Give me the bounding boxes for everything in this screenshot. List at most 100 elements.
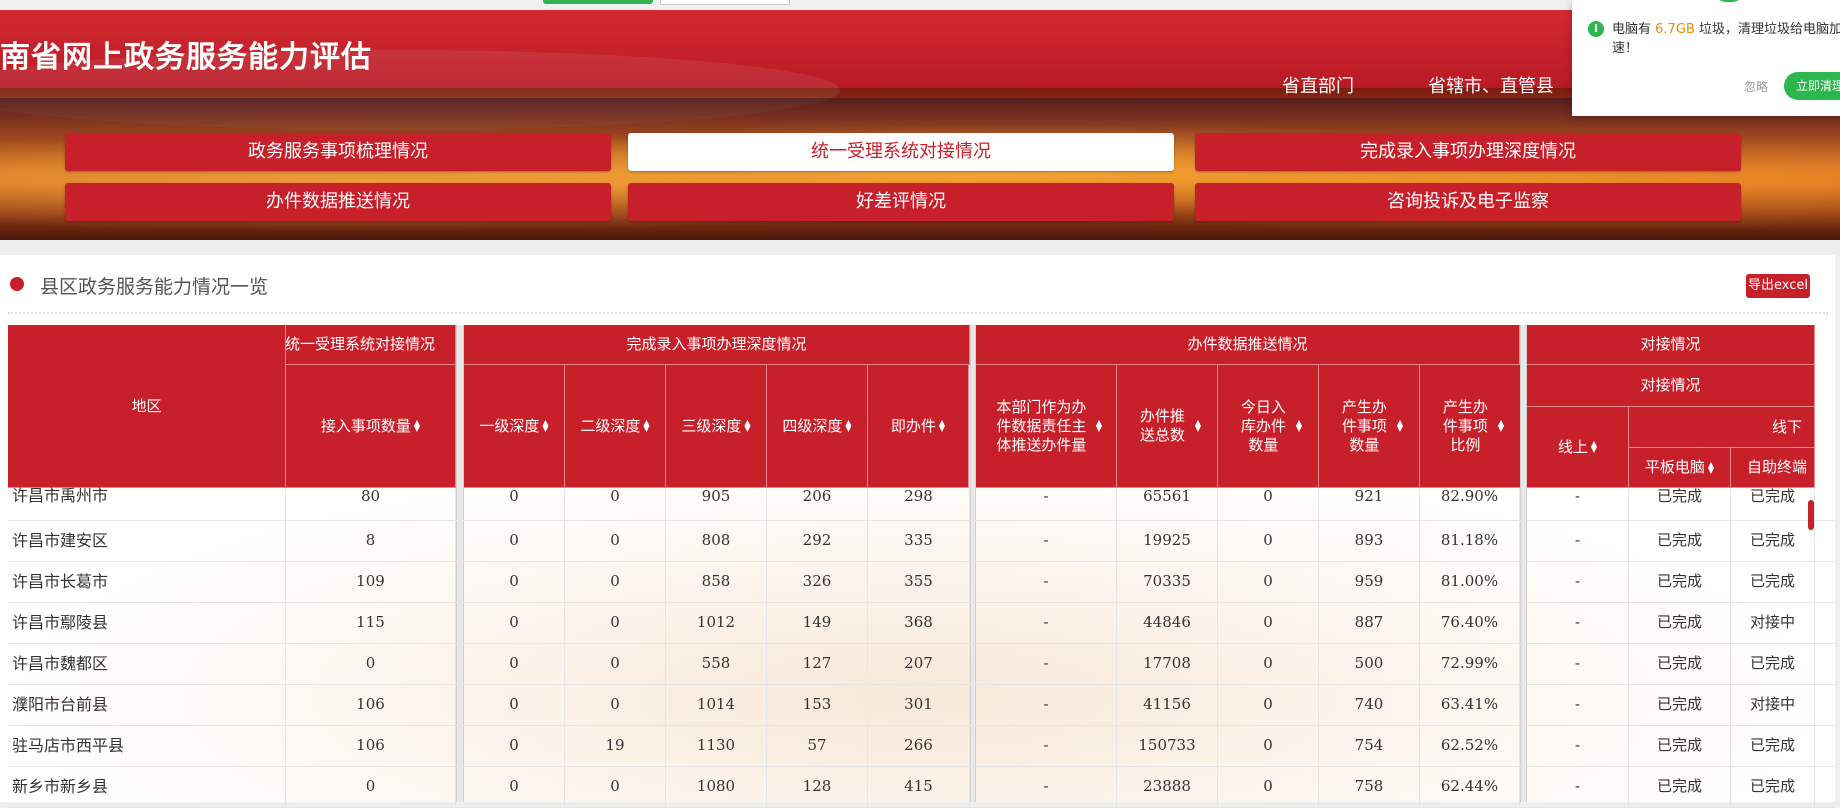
table-cell-l3: 858 xyxy=(666,561,767,602)
table-cell-dept: - xyxy=(976,643,1117,684)
header-group-dock-label: 对接情况 xyxy=(1640,335,1701,353)
sort-icon[interactable]: ▲ ▼ xyxy=(1708,460,1714,474)
nav-item-entry-depth[interactable]: 完成录入事项办理深度情况 xyxy=(1195,133,1741,171)
header-lv3[interactable]: 三级深度 ▲ ▼ xyxy=(666,365,767,488)
sort-icon[interactable]: ▲ ▼ xyxy=(845,419,851,433)
top-white-button[interactable] xyxy=(660,0,790,5)
table-cell-tablet: 已完成 xyxy=(1629,488,1731,520)
table-cell-ratio: 63.41% xyxy=(1420,684,1520,725)
table-cell-kiosk: 对接中 xyxy=(1731,684,1815,725)
top-strip xyxy=(0,0,1840,10)
header-today_in-label: 今日入库办件数量 xyxy=(1240,397,1286,454)
header-instant[interactable]: 即办件 ▲ ▼ xyxy=(868,365,969,488)
table-cell-online: - xyxy=(1527,561,1629,602)
table-cell-l2: 0 xyxy=(565,520,666,561)
sort-icon[interactable]: ▲ ▼ xyxy=(542,419,548,433)
header-lv2-label: 二级深度 xyxy=(580,416,641,435)
sort-icon[interactable]: ▲ ▼ xyxy=(643,419,649,433)
table-cell-total: 150733 xyxy=(1117,725,1218,766)
sort-icon[interactable]: ▲ ▼ xyxy=(744,419,750,433)
header-tablet[interactable]: 平板电脑 ▲ ▼ xyxy=(1629,448,1731,488)
header-region-label: 地区 xyxy=(131,396,162,415)
nav-item-service-matters[interactable]: 政务服务事项梳理情况 xyxy=(65,133,611,171)
nav-item-rating[interactable]: 好差评情况 xyxy=(628,183,1174,221)
table-cell-online: - xyxy=(1527,766,1629,807)
popup-tab xyxy=(1714,0,1744,2)
sort-icon[interactable]: ▲ ▼ xyxy=(1498,419,1504,433)
sort-icon[interactable]: ▲ ▼ xyxy=(1591,440,1597,454)
section-title: 县区政务服务能力情况一览 xyxy=(40,276,269,298)
clean-now-button[interactable]: 立即清理 xyxy=(1784,72,1840,100)
top-green-button[interactable] xyxy=(543,0,653,4)
table-cell-today: 0 xyxy=(1218,488,1319,520)
sort-icon[interactable]: ▲ ▼ xyxy=(414,419,420,433)
table-cell-l2: 0 xyxy=(565,684,666,725)
header-online[interactable]: 线上 ▲ ▼ xyxy=(1527,407,1629,488)
sort-icon[interactable]: ▲ ▼ xyxy=(939,419,945,433)
header-group-depth-label: 完成录入事项办理深度情况 xyxy=(626,335,807,353)
top-link-provincial-depts[interactable]: 省直部门 xyxy=(1282,72,1354,98)
sort-icon[interactable]: ▲ ▼ xyxy=(1195,419,1201,433)
header-region: 地区 xyxy=(8,325,286,488)
column-group-separator xyxy=(456,325,464,802)
ignore-link[interactable]: 忽略 xyxy=(1744,78,1768,95)
table-cell-items: 893 xyxy=(1319,520,1420,561)
junk-size: 6.7GB xyxy=(1655,22,1695,37)
column-group-separator xyxy=(1520,325,1527,802)
table-cell-access: 109 xyxy=(286,561,456,602)
sort-icon[interactable]: ▲ ▼ xyxy=(1296,419,1302,433)
table-cell-region: 新乡市新乡县 xyxy=(8,766,286,807)
table-cell-l3: 808 xyxy=(666,520,767,561)
table-cell-today: 0 xyxy=(1218,561,1319,602)
table-cell-access: 115 xyxy=(286,602,456,643)
table-scrollbar[interactable] xyxy=(1808,500,1814,530)
header-lv3-label: 三级深度 xyxy=(681,416,742,435)
table-cell-items: 740 xyxy=(1319,684,1420,725)
table-cell-tablet: 已完成 xyxy=(1629,602,1731,643)
table-cell-kiosk: 已完成 xyxy=(1731,561,1815,602)
table-cell-l3: 1080 xyxy=(666,766,767,807)
header-group-dock-top-label: 对接情况 xyxy=(1640,376,1701,394)
nav-item-unified-system[interactable]: 统一受理系统对接情况 xyxy=(628,133,1174,171)
header-lv1[interactable]: 一级深度 ▲ ▼ xyxy=(464,365,565,488)
export-excel-button[interactable]: 导出excel xyxy=(1746,274,1810,298)
section-bullet-icon xyxy=(10,277,24,291)
header-gen_ratio[interactable]: 产生办件事项比例 ▲ ▼ xyxy=(1420,365,1521,488)
table-cell-ratio: 76.40% xyxy=(1420,602,1520,643)
header-group-push-label: 办件数据推送情况 xyxy=(1187,335,1308,353)
sort-icon[interactable]: ▲ ▼ xyxy=(1397,419,1403,433)
header-today_in[interactable]: 今日入库办件数量 ▲ ▼ xyxy=(1218,365,1319,488)
table-cell-region: 许昌市建安区 xyxy=(8,520,286,561)
header-gen_items[interactable]: 产生办件事项数量 ▲ ▼ xyxy=(1319,365,1420,488)
table-cell-kiosk: 已完成 xyxy=(1731,488,1815,520)
table-cell-inst: 301 xyxy=(868,684,970,725)
table-cell-tablet: 已完成 xyxy=(1629,766,1731,807)
header-dept-push[interactable]: 本部门作为办件数据责任主体推送办件量 ▲ ▼ xyxy=(976,365,1117,488)
table-cell-region: 许昌市鄢陵县 xyxy=(8,602,286,643)
table-cell-tablet: 已完成 xyxy=(1629,684,1731,725)
table-cell-tablet: 已完成 xyxy=(1629,725,1731,766)
table-cell-ratio: 62.44% xyxy=(1420,766,1520,807)
table-cell-l2: 0 xyxy=(565,766,666,807)
table-cell-l2: 0 xyxy=(565,643,666,684)
table-cell-region: 许昌市禹州市 xyxy=(8,488,286,520)
top-link-cities-counties[interactable]: 省辖市、直管县 xyxy=(1428,72,1554,98)
header-lv4[interactable]: 四级深度 ▲ ▼ xyxy=(767,365,868,488)
table-cell-l2: 0 xyxy=(565,561,666,602)
header-push_total[interactable]: 办件推送总数 ▲ ▼ xyxy=(1117,365,1218,488)
header-group-push: 办件数据推送情况 xyxy=(976,325,1520,365)
table-cell-today: 0 xyxy=(1218,520,1319,561)
table-cell-l3: 1014 xyxy=(666,684,767,725)
header-lv2[interactable]: 二级深度 ▲ ▼ xyxy=(565,365,666,488)
header-kiosk-label: 自助终端 xyxy=(1747,458,1808,476)
sort-icon[interactable]: ▲ ▼ xyxy=(1096,419,1102,433)
table-cell-l1: 0 xyxy=(464,561,565,602)
nav-item-data-push[interactable]: 办件数据推送情况 xyxy=(65,183,611,221)
header-access-count[interactable]: 接入事项数量 ▲ ▼ xyxy=(286,365,456,488)
table-cell-l2: 19 xyxy=(565,725,666,766)
table-cell-region: 濮阳市台前县 xyxy=(8,684,286,725)
notification-message: 电脑有 6.7GB 垃圾，清理垃圾给电脑加速！ xyxy=(1612,20,1840,58)
table-cell-items: 500 xyxy=(1319,643,1420,684)
header-gen_ratio-label: 产生办件事项比例 xyxy=(1442,397,1488,454)
nav-item-complaints[interactable]: 咨询投诉及电子监察 xyxy=(1195,183,1741,221)
